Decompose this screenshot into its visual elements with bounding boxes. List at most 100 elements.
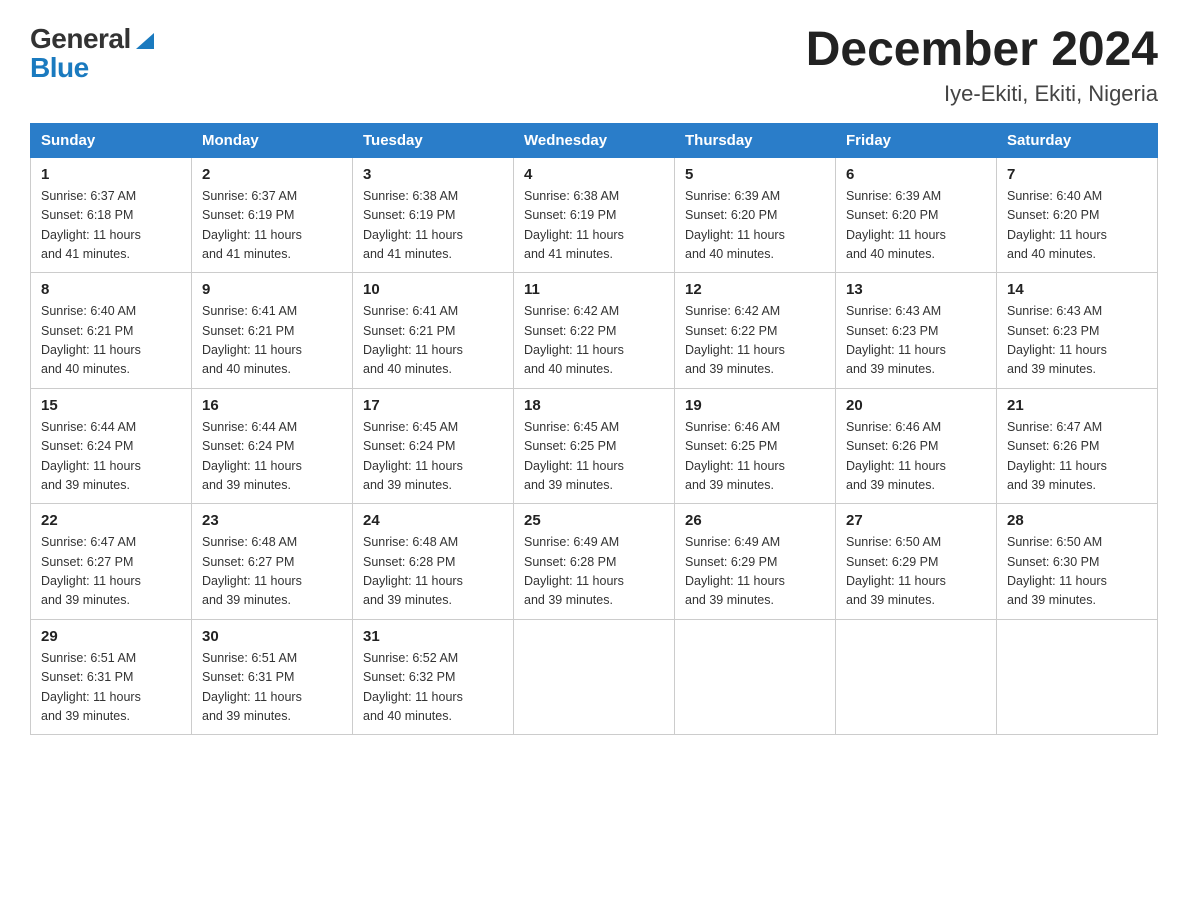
calendar-cell: 28 Sunrise: 6:50 AM Sunset: 6:30 PM Dayl… [997,504,1158,620]
day-number: 1 [41,166,181,183]
calendar-cell: 14 Sunrise: 6:43 AM Sunset: 6:23 PM Dayl… [997,273,1158,389]
day-info: Sunrise: 6:40 AM Sunset: 6:21 PM Dayligh… [41,302,181,380]
day-number: 19 [685,397,825,414]
calendar-cell: 5 Sunrise: 6:39 AM Sunset: 6:20 PM Dayli… [675,157,836,273]
calendar-cell: 12 Sunrise: 6:42 AM Sunset: 6:22 PM Dayl… [675,273,836,389]
calendar-cell: 15 Sunrise: 6:44 AM Sunset: 6:24 PM Dayl… [31,388,192,504]
day-number: 22 [41,512,181,529]
day-info: Sunrise: 6:51 AM Sunset: 6:31 PM Dayligh… [202,649,342,727]
weekday-header-tuesday: Tuesday [353,123,514,157]
calendar-week-row: 22 Sunrise: 6:47 AM Sunset: 6:27 PM Dayl… [31,504,1158,620]
day-number: 3 [363,166,503,183]
day-info: Sunrise: 6:43 AM Sunset: 6:23 PM Dayligh… [1007,302,1147,380]
calendar-cell: 2 Sunrise: 6:37 AM Sunset: 6:19 PM Dayli… [192,157,353,273]
day-number: 13 [846,281,986,298]
month-year-title: December 2024 [806,24,1158,77]
day-number: 6 [846,166,986,183]
day-info: Sunrise: 6:43 AM Sunset: 6:23 PM Dayligh… [846,302,986,380]
calendar-cell: 30 Sunrise: 6:51 AM Sunset: 6:31 PM Dayl… [192,619,353,735]
day-number: 27 [846,512,986,529]
calendar-cell: 26 Sunrise: 6:49 AM Sunset: 6:29 PM Dayl… [675,504,836,620]
day-info: Sunrise: 6:46 AM Sunset: 6:26 PM Dayligh… [846,418,986,496]
calendar-cell: 3 Sunrise: 6:38 AM Sunset: 6:19 PM Dayli… [353,157,514,273]
day-number: 12 [685,281,825,298]
day-number: 21 [1007,397,1147,414]
calendar-cell: 24 Sunrise: 6:48 AM Sunset: 6:28 PM Dayl… [353,504,514,620]
calendar-cell: 21 Sunrise: 6:47 AM Sunset: 6:26 PM Dayl… [997,388,1158,504]
day-info: Sunrise: 6:38 AM Sunset: 6:19 PM Dayligh… [524,187,664,265]
day-number: 11 [524,281,664,298]
calendar-cell: 31 Sunrise: 6:52 AM Sunset: 6:32 PM Dayl… [353,619,514,735]
day-info: Sunrise: 6:41 AM Sunset: 6:21 PM Dayligh… [363,302,503,380]
weekday-header-sunday: Sunday [31,123,192,157]
day-number: 4 [524,166,664,183]
day-info: Sunrise: 6:50 AM Sunset: 6:29 PM Dayligh… [846,533,986,611]
calendar-cell [514,619,675,735]
day-number: 16 [202,397,342,414]
calendar-week-row: 29 Sunrise: 6:51 AM Sunset: 6:31 PM Dayl… [31,619,1158,735]
day-info: Sunrise: 6:51 AM Sunset: 6:31 PM Dayligh… [41,649,181,727]
day-number: 23 [202,512,342,529]
calendar-cell: 20 Sunrise: 6:46 AM Sunset: 6:26 PM Dayl… [836,388,997,504]
calendar-cell: 29 Sunrise: 6:51 AM Sunset: 6:31 PM Dayl… [31,619,192,735]
calendar-cell: 23 Sunrise: 6:48 AM Sunset: 6:27 PM Dayl… [192,504,353,620]
calendar-cell: 13 Sunrise: 6:43 AM Sunset: 6:23 PM Dayl… [836,273,997,389]
calendar-table: SundayMondayTuesdayWednesdayThursdayFrid… [30,123,1158,736]
day-info: Sunrise: 6:37 AM Sunset: 6:19 PM Dayligh… [202,187,342,265]
calendar-cell: 9 Sunrise: 6:41 AM Sunset: 6:21 PM Dayli… [192,273,353,389]
day-info: Sunrise: 6:40 AM Sunset: 6:20 PM Dayligh… [1007,187,1147,265]
logo-general-text: General [30,24,131,53]
day-info: Sunrise: 6:38 AM Sunset: 6:19 PM Dayligh… [363,187,503,265]
day-number: 26 [685,512,825,529]
logo-block: General Blue [30,24,156,83]
weekday-header-friday: Friday [836,123,997,157]
weekday-header-monday: Monday [192,123,353,157]
weekday-header-thursday: Thursday [675,123,836,157]
day-info: Sunrise: 6:46 AM Sunset: 6:25 PM Dayligh… [685,418,825,496]
day-number: 29 [41,628,181,645]
calendar-week-row: 1 Sunrise: 6:37 AM Sunset: 6:18 PM Dayli… [31,157,1158,273]
calendar-week-row: 15 Sunrise: 6:44 AM Sunset: 6:24 PM Dayl… [31,388,1158,504]
day-info: Sunrise: 6:44 AM Sunset: 6:24 PM Dayligh… [41,418,181,496]
calendar-cell: 22 Sunrise: 6:47 AM Sunset: 6:27 PM Dayl… [31,504,192,620]
day-number: 9 [202,281,342,298]
day-number: 31 [363,628,503,645]
day-number: 5 [685,166,825,183]
logo-triangle-icon [134,29,156,51]
day-number: 24 [363,512,503,529]
day-number: 7 [1007,166,1147,183]
day-number: 8 [41,281,181,298]
day-number: 2 [202,166,342,183]
day-info: Sunrise: 6:39 AM Sunset: 6:20 PM Dayligh… [685,187,825,265]
calendar-cell: 18 Sunrise: 6:45 AM Sunset: 6:25 PM Dayl… [514,388,675,504]
weekday-header-saturday: Saturday [997,123,1158,157]
location-subtitle: Iye-Ekiti, Ekiti, Nigeria [806,81,1158,107]
calendar-cell: 8 Sunrise: 6:40 AM Sunset: 6:21 PM Dayli… [31,273,192,389]
day-info: Sunrise: 6:52 AM Sunset: 6:32 PM Dayligh… [363,649,503,727]
day-info: Sunrise: 6:49 AM Sunset: 6:28 PM Dayligh… [524,533,664,611]
calendar-cell: 16 Sunrise: 6:44 AM Sunset: 6:24 PM Dayl… [192,388,353,504]
calendar-cell: 1 Sunrise: 6:37 AM Sunset: 6:18 PM Dayli… [31,157,192,273]
day-info: Sunrise: 6:48 AM Sunset: 6:28 PM Dayligh… [363,533,503,611]
calendar-cell: 25 Sunrise: 6:49 AM Sunset: 6:28 PM Dayl… [514,504,675,620]
logo: General Blue [30,24,156,83]
title-block: December 2024 Iye-Ekiti, Ekiti, Nigeria [806,24,1158,107]
day-number: 25 [524,512,664,529]
calendar-cell: 4 Sunrise: 6:38 AM Sunset: 6:19 PM Dayli… [514,157,675,273]
calendar-cell [836,619,997,735]
day-info: Sunrise: 6:42 AM Sunset: 6:22 PM Dayligh… [685,302,825,380]
day-number: 15 [41,397,181,414]
day-number: 18 [524,397,664,414]
calendar-cell: 11 Sunrise: 6:42 AM Sunset: 6:22 PM Dayl… [514,273,675,389]
calendar-cell: 27 Sunrise: 6:50 AM Sunset: 6:29 PM Dayl… [836,504,997,620]
day-info: Sunrise: 6:49 AM Sunset: 6:29 PM Dayligh… [685,533,825,611]
calendar-week-row: 8 Sunrise: 6:40 AM Sunset: 6:21 PM Dayli… [31,273,1158,389]
day-number: 28 [1007,512,1147,529]
day-number: 20 [846,397,986,414]
day-info: Sunrise: 6:39 AM Sunset: 6:20 PM Dayligh… [846,187,986,265]
calendar-cell: 6 Sunrise: 6:39 AM Sunset: 6:20 PM Dayli… [836,157,997,273]
day-info: Sunrise: 6:50 AM Sunset: 6:30 PM Dayligh… [1007,533,1147,611]
day-info: Sunrise: 6:42 AM Sunset: 6:22 PM Dayligh… [524,302,664,380]
day-number: 14 [1007,281,1147,298]
calendar-cell: 10 Sunrise: 6:41 AM Sunset: 6:21 PM Dayl… [353,273,514,389]
